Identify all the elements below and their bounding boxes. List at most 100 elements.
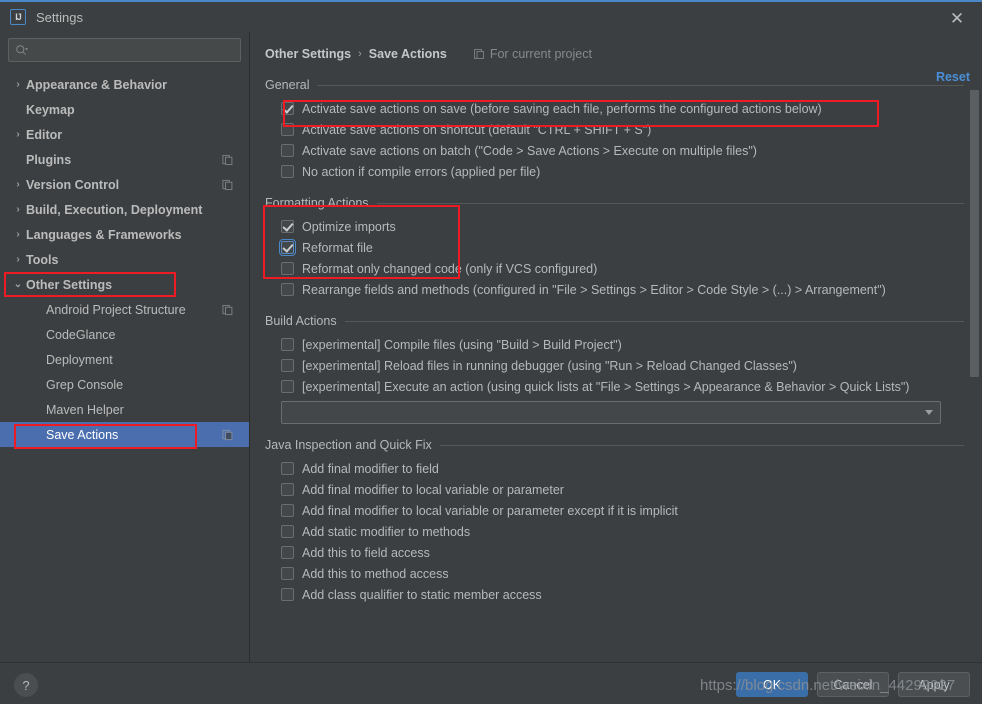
help-button[interactable]: ? [14,673,38,697]
chevron-right-icon[interactable]: › [10,79,26,90]
close-icon[interactable]: ✕ [946,7,968,29]
checkbox-unchecked[interactable] [281,567,294,580]
checkbox-label: Add final modifier to field [302,462,439,476]
quick-list-combobox[interactable] [281,401,941,424]
checkbox-unchecked[interactable] [281,338,294,351]
checkbox-row[interactable]: Add final modifier to field [281,458,982,479]
sidebar-item-version-control[interactable]: ›Version Control [0,172,249,197]
tree-spacer-icon [30,329,46,340]
section-divider [377,203,964,204]
checkbox-unchecked[interactable] [281,262,294,275]
sidebar-item-grep-console[interactable]: Grep Console [0,372,249,397]
checkbox-unchecked[interactable] [281,144,294,157]
checkbox-unchecked[interactable] [281,504,294,517]
checkbox-row[interactable]: Add this to field access [281,542,982,563]
chevron-right-icon[interactable]: › [10,254,26,265]
chevron-down-icon[interactable]: ⌄ [10,279,26,290]
settings-main-panel: Other Settings › Save Actions For curren… [251,32,982,662]
checkbox-checked[interactable] [281,241,294,254]
checkbox-row[interactable]: [experimental] Execute an action (using … [281,376,982,397]
sidebar-item-keymap[interactable]: Keymap [0,97,249,122]
tree-spacer-icon [30,354,46,365]
sidebar-item-android-project-structure[interactable]: Android Project Structure [0,297,249,322]
sidebar-item-maven-helper[interactable]: Maven Helper [0,397,249,422]
chevron-down-icon[interactable] [925,410,933,415]
checkbox-row[interactable]: Optimize imports [281,216,982,237]
checkbox-unchecked[interactable] [281,525,294,538]
sidebar-item-deployment[interactable]: Deployment [0,347,249,372]
search-input[interactable] [31,43,234,57]
checkbox-row[interactable]: Add this to method access [281,563,982,584]
copy-scope-icon [222,179,233,190]
checkbox-unchecked[interactable] [281,462,294,475]
dialog-footer: ? OK Cancel Apply [0,662,982,704]
breadcrumb-parent[interactable]: Other Settings [265,47,351,61]
sidebar-item-tools[interactable]: ›Tools [0,247,249,272]
checkbox-row[interactable]: Reformat file [281,237,982,258]
checkbox-unchecked[interactable] [281,283,294,296]
chevron-right-icon[interactable]: › [10,179,26,190]
section-title: General [265,78,309,92]
checkbox-checked[interactable] [281,220,294,233]
checkbox-label: [experimental] Execute an action (using … [302,380,909,394]
checkbox-row[interactable]: Reformat only changed code (only if VCS … [281,258,982,279]
sidebar-item-build-execution-deployment[interactable]: ›Build, Execution, Deployment [0,197,249,222]
checkbox-label: Activate save actions on batch ("Code > … [302,144,757,158]
checkbox-unchecked[interactable] [281,359,294,372]
tree-spacer-icon [10,154,26,165]
checkbox-row[interactable]: Add final modifier to local variable or … [281,479,982,500]
apply-button[interactable]: Apply [898,672,970,697]
checkbox-label: Add final modifier to local variable or … [302,483,564,497]
sidebar-item-label: Maven Helper [46,403,124,417]
sidebar-item-label: Grep Console [46,378,123,392]
section-header: Java Inspection and Quick Fix [265,438,982,452]
checkbox-label: Add static modifier to methods [302,525,470,539]
cancel-button[interactable]: Cancel [817,672,889,697]
checkbox-label: [experimental] Reload files in running d… [302,359,797,373]
sidebar-item-label: Version Control [26,178,119,192]
checkbox-checked[interactable] [281,102,294,115]
sidebar-item-save-actions[interactable]: Save Actions [0,422,249,447]
checkbox-unchecked[interactable] [281,546,294,559]
checkbox-row[interactable]: Activate save actions on batch ("Code > … [281,140,982,161]
settings-dialog: IJ Settings ✕ ›Appearance & Behavior Key… [0,0,982,704]
section-divider [440,445,964,446]
breadcrumb-current: Save Actions [369,47,447,61]
checkbox-label: Add final modifier to local variable or … [302,504,678,518]
checkbox-row[interactable]: [experimental] Reload files in running d… [281,355,982,376]
checkbox-row[interactable]: Add final modifier to local variable or … [281,500,982,521]
sidebar-item-other-settings[interactable]: ⌄Other Settings [0,272,249,297]
copy-scope-icon [222,154,233,165]
checkbox-row[interactable]: Rearrange fields and methods (configured… [281,279,982,300]
chevron-right-icon[interactable]: › [10,229,26,240]
checkbox-unchecked[interactable] [281,483,294,496]
sidebar-item-plugins[interactable]: Plugins [0,147,249,172]
checkbox-row[interactable]: Activate save actions on save (before sa… [281,98,982,119]
checkbox-label: Reformat only changed code (only if VCS … [302,262,597,276]
scrollbar-thumb[interactable] [970,90,979,377]
ok-button[interactable]: OK [736,672,808,697]
sidebar-item-languages-frameworks[interactable]: ›Languages & Frameworks [0,222,249,247]
checkbox-row[interactable]: Add class qualifier to static member acc… [281,584,982,605]
chevron-right-icon[interactable]: › [10,204,26,215]
checkbox-unchecked[interactable] [281,588,294,601]
sidebar-item-appearance-behavior[interactable]: ›Appearance & Behavior [0,72,249,97]
checkbox-row[interactable]: [experimental] Compile files (using "Bui… [281,334,982,355]
sidebar-item-codeglance[interactable]: CodeGlance [0,322,249,347]
sidebar-item-label: Editor [26,128,62,142]
search-box[interactable] [8,38,241,62]
checkbox-row[interactable]: No action if compile errors (applied per… [281,161,982,182]
checkbox-unchecked[interactable] [281,123,294,136]
vertical-scrollbar[interactable] [970,60,979,660]
sidebar-item-label: Android Project Structure [46,303,186,317]
checkbox-unchecked[interactable] [281,165,294,178]
checkbox-unchecked[interactable] [281,380,294,393]
window-title: Settings [36,10,83,25]
title-bar: IJ Settings ✕ [0,2,982,32]
sidebar-item-editor[interactable]: ›Editor [0,122,249,147]
sidebar-item-label: Keymap [26,103,75,117]
checkbox-row[interactable]: Activate save actions on shortcut (defau… [281,119,982,140]
settings-sidebar: ›Appearance & Behavior Keymap›Editor Plu… [0,32,250,662]
chevron-right-icon[interactable]: › [10,129,26,140]
checkbox-row[interactable]: Add static modifier to methods [281,521,982,542]
